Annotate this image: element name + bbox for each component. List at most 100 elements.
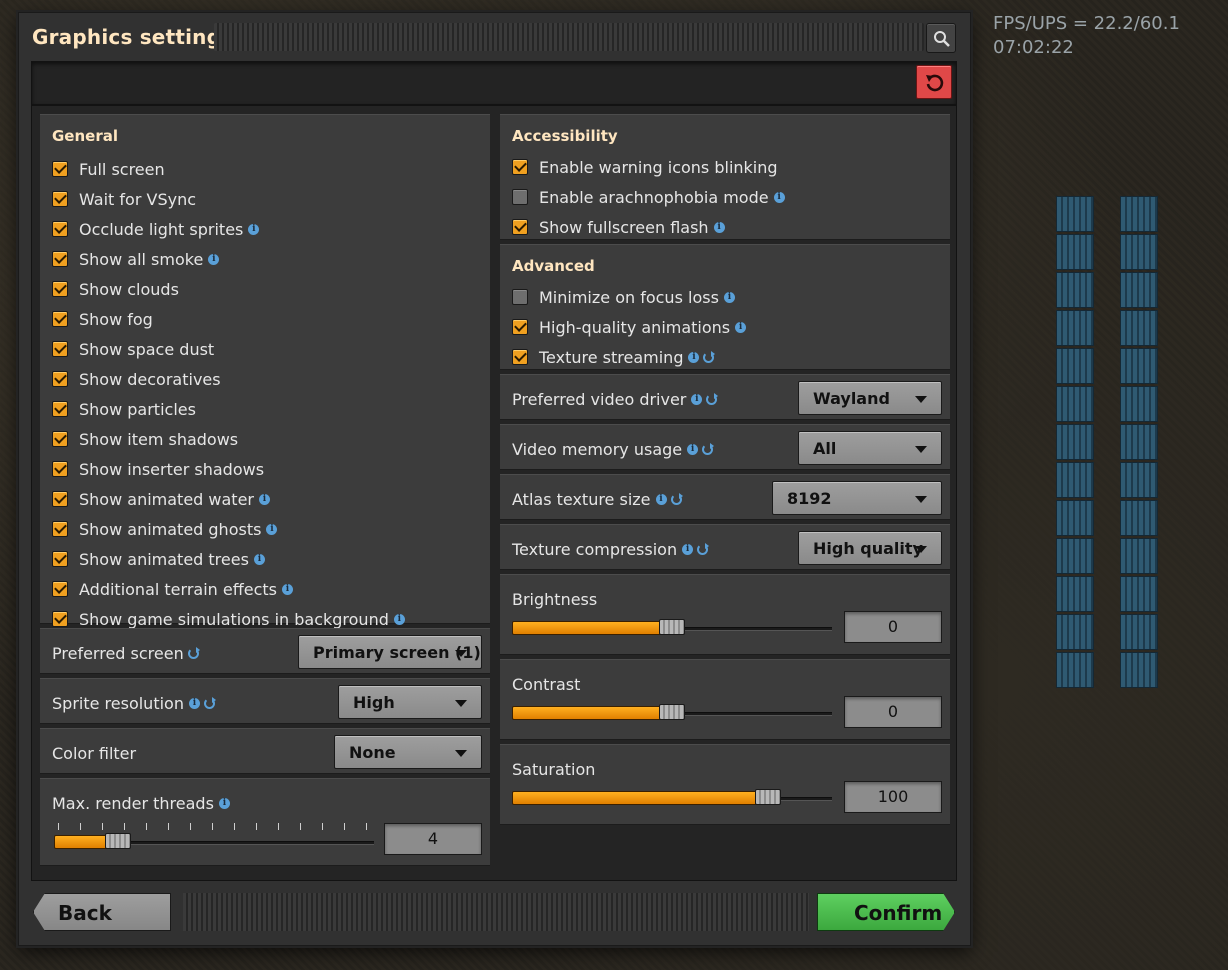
- checkbox-show-animated-trees[interactable]: [52, 551, 68, 567]
- contrast-value-box[interactable]: 0: [844, 696, 942, 728]
- info-icon[interactable]: i: [723, 291, 735, 303]
- checkbox-show-fog[interactable]: [52, 311, 68, 327]
- preferred-screen-dropdown[interactable]: Primary screen (1): [298, 635, 482, 669]
- checkbox-row-occlude-light-sprites[interactable]: Occlude light sprites i: [52, 219, 260, 239]
- checkbox-row-show-fog[interactable]: Show fog: [52, 309, 153, 329]
- info-icon[interactable]: i: [393, 613, 405, 625]
- render-threads-slider-handle[interactable]: [105, 833, 131, 849]
- checkbox-row-show-animated-ghosts[interactable]: Show animated ghosts i: [52, 519, 278, 539]
- checkbox-show-inserter-shadows[interactable]: [52, 461, 68, 477]
- info-icon[interactable]: i: [735, 321, 747, 333]
- checkbox-additional-terrain-effects[interactable]: [52, 581, 68, 597]
- video-memory-text: Video memory usage: [512, 439, 683, 459]
- checkbox-row-show-space-dust[interactable]: Show space dust: [52, 339, 214, 359]
- restart-required-icon: [203, 696, 216, 709]
- video-memory-dropdown[interactable]: All: [798, 431, 942, 465]
- checkbox-show-particles[interactable]: [52, 401, 68, 417]
- info-icon[interactable]: i: [253, 553, 265, 565]
- checkbox-row-show-game-simulations-in-background[interactable]: Show game simulations in background i: [52, 609, 405, 629]
- info-icon[interactable]: i: [682, 543, 694, 555]
- slider-tick: [168, 823, 169, 830]
- brightness-value-box[interactable]: 0: [844, 611, 942, 643]
- title-drag-handle[interactable]: [214, 23, 924, 51]
- checkbox-row-minimize-on-focus-loss[interactable]: Minimize on focus loss i: [512, 287, 735, 307]
- checkbox-minimize-on-focus-loss[interactable]: [512, 289, 528, 305]
- sprite-resolution-dropdown[interactable]: High: [338, 685, 482, 719]
- info-icon[interactable]: i: [208, 253, 220, 265]
- checkbox-row-texture-streaming[interactable]: Texture streaming i: [512, 347, 716, 367]
- checkbox-show-clouds[interactable]: [52, 281, 68, 297]
- saturation-slider-handle[interactable]: [755, 789, 781, 805]
- contrast-slider-handle[interactable]: [659, 704, 685, 720]
- checkbox-show-all-smoke[interactable]: [52, 251, 68, 267]
- saturation-value-box[interactable]: 100: [844, 781, 942, 813]
- checkbox-row-show-fullscreen-flash[interactable]: Show fullscreen flash i: [512, 217, 725, 237]
- texture-compression-label: Texture compression i: [512, 539, 710, 559]
- checkbox-row-show-inserter-shadows[interactable]: Show inserter shadows: [52, 459, 264, 479]
- back-button[interactable]: Back: [33, 893, 171, 931]
- info-icon[interactable]: i: [687, 443, 699, 455]
- color-filter-label: Color filter: [52, 743, 136, 763]
- info-icon[interactable]: i: [688, 351, 700, 363]
- confirm-button[interactable]: Confirm: [817, 893, 955, 931]
- checkbox-row-high-quality-animations[interactable]: High-quality animations i: [512, 317, 747, 337]
- checkbox-row-wait-for-vsync[interactable]: Wait for VSync: [52, 189, 196, 209]
- checkbox-row-show-decoratives[interactable]: Show decoratives: [52, 369, 221, 389]
- checkbox-label: Enable arachnophobia mode: [539, 187, 769, 207]
- checkbox-label: Show fullscreen flash: [539, 217, 709, 237]
- checkbox-row-show-particles[interactable]: Show particles: [52, 399, 196, 419]
- restart-required-icon: [187, 646, 200, 659]
- info-icon[interactable]: i: [258, 493, 270, 505]
- checkbox-label: Show animated water: [79, 489, 254, 509]
- checkbox-row-additional-terrain-effects[interactable]: Additional terrain effects i: [52, 579, 293, 599]
- info-icon[interactable]: i: [282, 583, 293, 595]
- section-advanced: Advanced Minimize on focus loss i High-qua…: [500, 244, 950, 370]
- checkbox-row-show-animated-water[interactable]: Show animated water i: [52, 489, 270, 509]
- checkbox-row-show-clouds[interactable]: Show clouds: [52, 279, 179, 299]
- texture-compression-dropdown[interactable]: High quality: [798, 531, 942, 565]
- info-icon[interactable]: i: [691, 393, 703, 405]
- checkbox-show-animated-water[interactable]: [52, 491, 68, 507]
- atlas-size-dropdown[interactable]: 8192: [772, 481, 942, 515]
- checkbox-high-quality-animations[interactable]: [512, 319, 528, 335]
- checkbox-occlude-light-sprites[interactable]: [52, 221, 68, 237]
- info-icon[interactable]: i: [188, 697, 200, 709]
- search-bar[interactable]: [31, 61, 957, 105]
- solar-panel: [1056, 196, 1094, 232]
- checkbox-show-item-shadows[interactable]: [52, 431, 68, 447]
- info-icon[interactable]: i: [713, 221, 725, 233]
- checkbox-texture-streaming[interactable]: [512, 349, 528, 365]
- brightness-slider-handle[interactable]: [659, 619, 685, 635]
- bottom-drag-handle[interactable]: [183, 893, 809, 931]
- checkbox-row-enable-warning-icons-blinking[interactable]: Enable warning icons blinking: [512, 157, 778, 177]
- checkbox-row-enable-arachnophobia-mode[interactable]: Enable arachnophobia mode i: [512, 187, 785, 207]
- info-icon[interactable]: i: [773, 191, 785, 203]
- search-button[interactable]: [926, 23, 956, 53]
- row-color-filter: Color filter None: [40, 728, 490, 774]
- checkbox-row-show-all-smoke[interactable]: Show all smoke i: [52, 249, 220, 269]
- checkbox-show-space-dust[interactable]: [52, 341, 68, 357]
- texture-compression-value: High quality: [813, 539, 923, 558]
- video-memory-value: All: [813, 439, 837, 458]
- checkbox-show-fullscreen-flash[interactable]: [512, 219, 528, 235]
- info-icon[interactable]: i: [218, 797, 230, 809]
- checkbox-show-animated-ghosts[interactable]: [52, 521, 68, 537]
- checkbox-show-decoratives[interactable]: [52, 371, 68, 387]
- info-icon[interactable]: i: [266, 523, 278, 535]
- checkbox-wait-for-vsync[interactable]: [52, 191, 68, 207]
- checkbox-show-game-simulations-in-background[interactable]: [52, 611, 68, 627]
- checkbox-row-show-item-shadows[interactable]: Show item shadows: [52, 429, 238, 449]
- render-threads-value-box[interactable]: 4: [384, 823, 482, 855]
- row-contrast: Contrast 0: [500, 659, 950, 740]
- slider-tick: [102, 823, 103, 830]
- reset-to-defaults-button[interactable]: [916, 65, 952, 99]
- checkbox-row-show-animated-trees[interactable]: Show animated trees i: [52, 549, 265, 569]
- checkbox-row-full-screen[interactable]: Full screen: [52, 159, 165, 179]
- checkbox-full-screen[interactable]: [52, 161, 68, 177]
- checkbox-enable-warning-icons-blinking[interactable]: [512, 159, 528, 175]
- info-icon[interactable]: i: [248, 223, 260, 235]
- info-icon[interactable]: i: [655, 493, 667, 505]
- checkbox-enable-arachnophobia-mode[interactable]: [512, 189, 528, 205]
- video-driver-dropdown[interactable]: Wayland: [798, 381, 942, 415]
- color-filter-dropdown[interactable]: None: [334, 735, 482, 769]
